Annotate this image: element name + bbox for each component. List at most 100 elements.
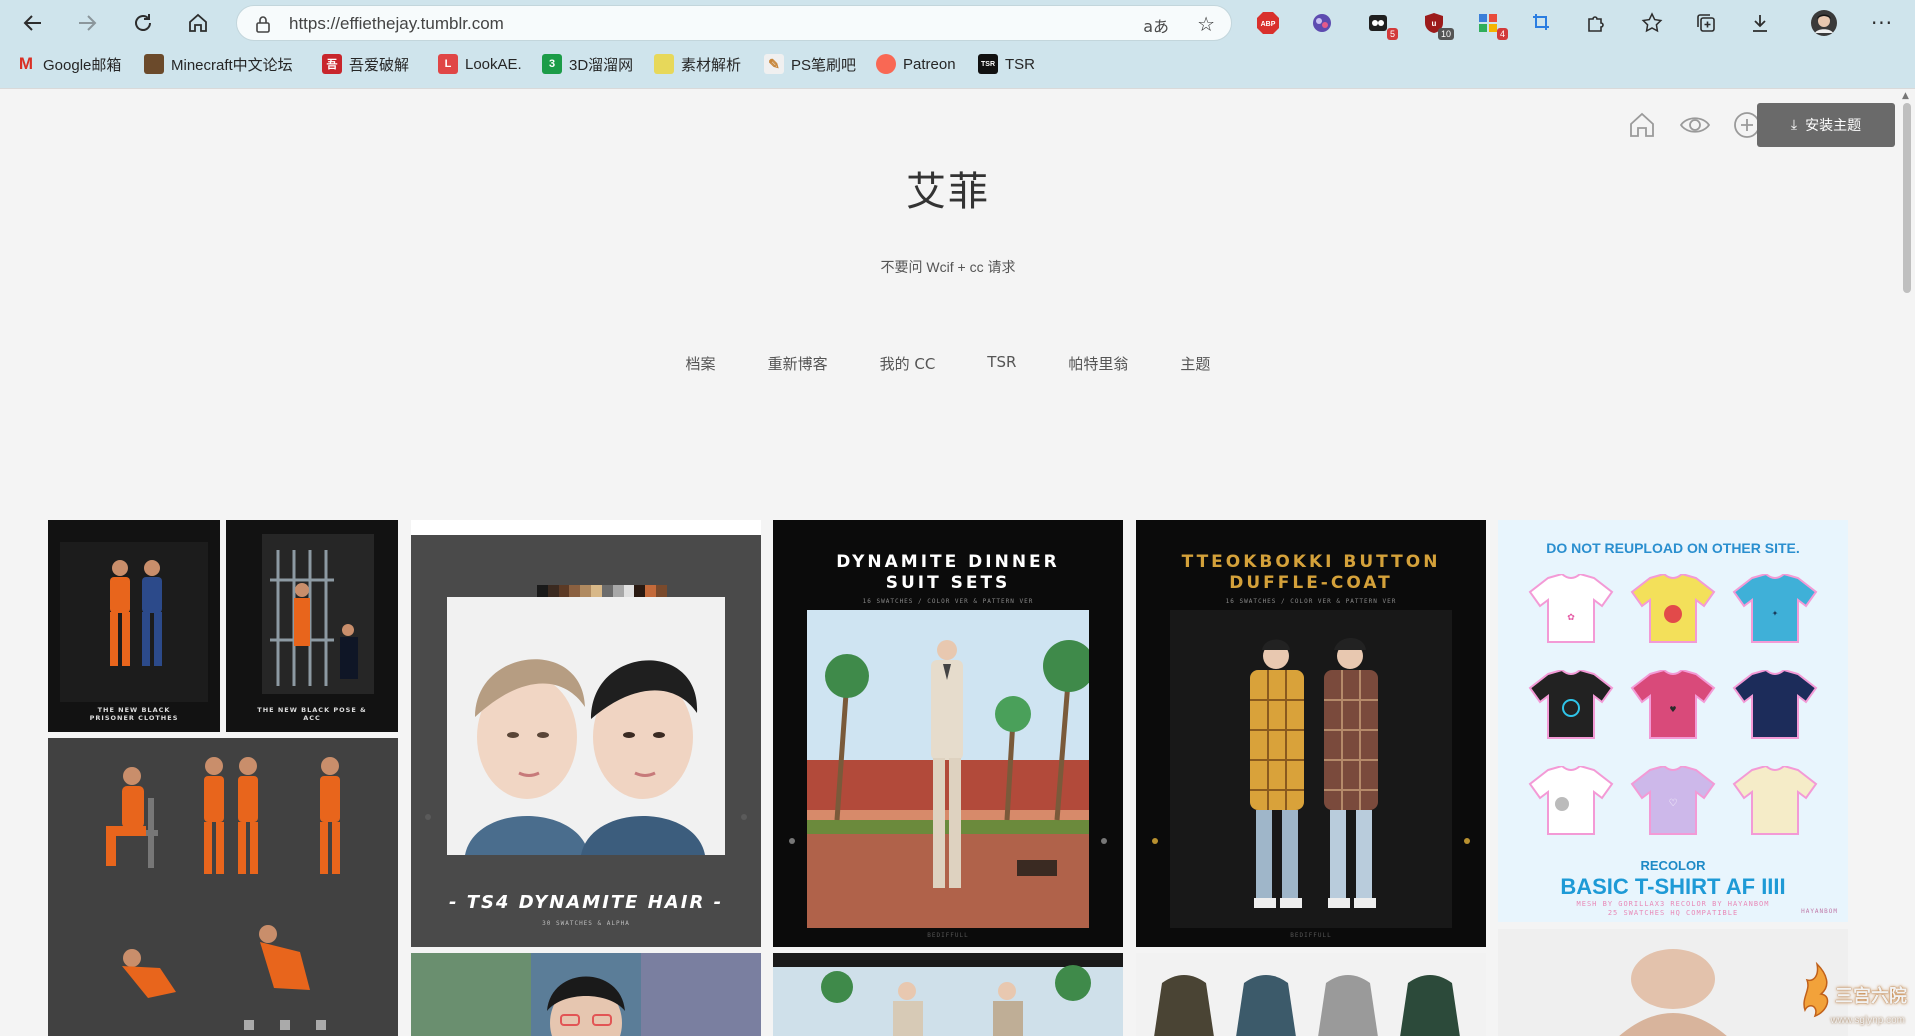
extension-dark-icon[interactable]: 5 [1364,10,1398,40]
carousel-dot [1101,838,1107,844]
lock-icon[interactable] [253,14,273,34]
tsr-icon: TSR [978,54,998,74]
svg-text:✦: ✦ [1772,609,1779,618]
forward-button[interactable] [70,7,104,39]
watermark-url: www.sglynp.com [1830,1015,1905,1026]
patreon-icon [876,54,896,74]
tshirt-swatch-count: 25 SWATCHES HQ COMPATIBLE [1607,909,1739,917]
post-dynamite-hair[interactable]: - TS4 DYNAMITE HAIR - 30 SWATCHES & ALPH… [411,520,761,947]
nav-link-theme[interactable]: 主题 [1180,353,1210,374]
scrollbar-thumb[interactable] [1903,103,1911,293]
nav-link-my-cc[interactable]: 我的 CC [880,353,936,374]
post-dynamite-suit[interactable]: DYNAMITE DINNER SUIT SETS 16 SWATCHES / … [773,520,1123,947]
bookmark-patreon[interactable]: Patreon [876,52,956,76]
home-icon [189,13,207,32]
page-scrollbar[interactable]: ▲ [1899,89,1915,1036]
folder-icon [654,54,674,74]
home-outline-icon[interactable] [1624,107,1660,143]
extension-badge: 5 [1386,28,1398,40]
post-basic-tshirt[interactable]: DO NOT REUPLOAD ON OTHER SITE. ✿ ✦ ♥ ♡ R… [1498,520,1848,922]
nav-link-patreon[interactable]: 帕特里翁 [1068,353,1128,374]
translate-icon[interactable]: aあ [1143,13,1169,37]
suit-title-line-1: DYNAMITE DINNER [836,552,1060,572]
bookmark-psbrush[interactable]: ✎ PS笔刷吧 [764,52,856,76]
minecraft-icon [144,54,164,74]
prisoner-pose-image [262,534,374,694]
svg-text:u: u [1432,19,1437,28]
blog-page: ▲ ⤓ 安装主题 艾菲 不要问 Wcif + cc 请求 档案 重新博客 我的 … [0,88,1915,1036]
bookmark-minecraft[interactable]: Minecraft中文论坛 [144,52,293,76]
prisoner-poses-image [106,757,340,1030]
recolor-label: RECOLOR [1640,858,1706,873]
tshirt-swatch [1630,572,1716,644]
bookmark-label: PS笔刷吧 [791,56,857,74]
post-prisoner-poses-preview[interactable] [48,738,398,1036]
add-favorite-icon[interactable]: ☆ [1197,12,1215,36]
bookmark-tsr[interactable]: TSR TSR [978,52,1035,76]
bookmarks-bar: M Google邮箱 Minecraft中文论坛 吾 吾爱破解 L LookAE… [0,48,1915,80]
downloads-icon[interactable] [1746,10,1774,36]
bookmark-lookae[interactable]: L LookAE. [438,52,522,76]
eye-icon[interactable] [1677,107,1713,143]
more-options-icon[interactable]: ··· [1868,10,1896,36]
extension-purple-icon[interactable] [1308,10,1336,36]
tshirt-credit-line: MESH BY GORILLAX3 RECOLOR BY HAYANBOM [1576,900,1770,908]
post-prisoner-pose[interactable]: THE NEW BLACK POSE & ACC [226,520,398,732]
hair-title: - TS4 DYNAMITE HAIR - [448,892,724,913]
bookmark-3d66[interactable]: 3 3D溜溜网 [542,52,633,76]
adblock-label: ABP [1261,21,1276,28]
bookmark-label: TSR [1005,55,1035,73]
tshirt-swatch: ✿ [1528,572,1614,644]
coat-title-line-1: TTEOKBOKKI BUTTON [1181,552,1441,572]
post-caption: THE NEW BLACK PRISONER CLOTHES [89,706,179,722]
bookmark-label: Patreon [903,55,956,73]
nav-link-reblog[interactable]: 重新博客 [768,353,828,374]
suit-title-line-2: SUIT SETS [885,573,1011,593]
browser-toolbar: https://effiethejay.tumblr.com aあ ☆ ABP … [0,0,1915,46]
install-theme-button[interactable]: ⤓ 安装主题 [1757,103,1895,147]
bookmark-label: Google邮箱 [43,56,122,74]
bookmark-gmail[interactable]: M Google邮箱 [16,52,121,76]
tshirt-swatch: ♡ [1630,764,1716,836]
download-icon: ⤓ [1790,117,1798,133]
bookmark-label: 吾爱破解 [349,56,410,74]
adblock-plus-icon[interactable]: ABP [1254,10,1282,36]
collections-icon[interactable] [1692,10,1720,36]
url-text[interactable]: https://effiethejay.tumblr.com [289,14,504,34]
post-preview-coat-swatches[interactable] [1136,953,1486,1036]
extensions-puzzle-icon[interactable] [1582,10,1610,36]
tshirt-swatch [1528,668,1614,740]
bookmark-sucai[interactable]: 素材解析 [654,52,741,76]
tshirt-title: BASIC T-SHIRT AF IIII [1560,874,1786,899]
phoenix-logo-icon [1803,961,1829,1018]
suit-footer: BEDIFFULL [927,932,969,939]
address-bar[interactable]: https://effiethejay.tumblr.com aあ ☆ [236,5,1232,41]
ublock-icon[interactable]: u 10 [1420,10,1454,40]
post-preview-suit-duo[interactable] [773,953,1123,1036]
extension-badge: 4 [1496,28,1508,40]
browser-chrome: https://effiethejay.tumblr.com aあ ☆ ABP … [0,0,1915,88]
profile-avatar[interactable] [1810,10,1838,36]
post-preview-portrait[interactable] [1498,929,1848,1036]
back-arrow-icon [23,15,41,31]
favorites-icon[interactable] [1638,10,1666,36]
hair-subtitle: 30 SWATCHES & ALPHA [542,920,630,927]
carousel-dot [1464,838,1470,844]
nav-link-archive[interactable]: 档案 [686,353,716,374]
nav-link-tsr[interactable]: TSR [987,353,1016,374]
bookmark-label: 素材解析 [681,56,742,74]
screen-capture-icon[interactable] [1528,10,1556,36]
brush-icon: ✎ [764,54,784,74]
home-button[interactable] [181,7,215,39]
suit-duo-image [773,953,1123,1036]
bookmark-52pojie[interactable]: 吾 吾爱破解 [322,52,409,76]
bookmark-label: Minecraft中文论坛 [171,56,293,74]
back-button[interactable] [16,7,50,39]
post-prisoner-clothes[interactable]: THE NEW BLACK PRISONER CLOTHES [48,520,220,732]
extension-multi-icon[interactable]: 4 [1474,10,1508,40]
post-preview-hair-portrait[interactable] [411,953,761,1036]
hair-swatches [537,585,667,597]
reload-button[interactable] [126,7,160,39]
scroll-up-arrow-icon[interactable]: ▲ [1902,91,1909,101]
post-duffle-coat[interactable]: TTEOKBOKKI BUTTON DUFFLE-COAT 16 SWATCHE… [1136,520,1486,947]
